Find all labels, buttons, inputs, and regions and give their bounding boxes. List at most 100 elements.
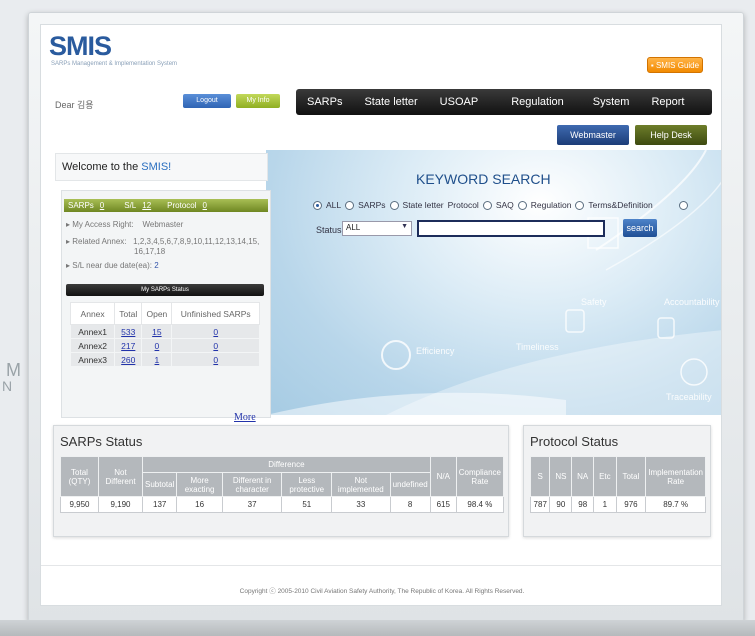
table-header-row: Total (QTY) Not Different Difference N/A… <box>60 456 505 497</box>
welcome-text: Welcome to the <box>62 161 142 173</box>
nav-sarps[interactable]: SARPs <box>296 96 353 108</box>
sarps-status-table: Total (QTY) Not Different Difference N/A… <box>60 456 505 513</box>
smis-logo[interactable]: SMIS <box>49 31 112 62</box>
total-cell: 533 <box>114 324 143 339</box>
s-cell: 787 <box>529 496 551 513</box>
unfinished-cell: 0 <box>171 324 260 339</box>
status-select[interactable]: ALL ▼ <box>342 221 412 236</box>
access-right-value: Webmaster <box>142 220 184 229</box>
radio-sarps[interactable] <box>345 200 355 210</box>
protocol-status-table: S NS NA Etc Total Implementation Rate 78… <box>529 456 706 513</box>
etc-cell: 1 <box>593 496 617 513</box>
radio-extra[interactable] <box>678 200 688 210</box>
user-greeting: Dear 김용 <box>55 100 94 110</box>
radio-state-letter[interactable] <box>389 200 399 210</box>
related-annex-value: 1,2,3,4,5,6,7,8,9,10,11,12,13,14,15, <box>133 237 260 246</box>
total-cell: 260 <box>114 352 143 367</box>
table-header-row: Annex Total Open Unfinished SARPs <box>69 302 260 325</box>
smis-page: SMIS SARPs Management & Implementation S… <box>40 24 722 606</box>
open-link[interactable]: 0 <box>155 341 160 351</box>
nav-system[interactable]: System <box>575 96 641 108</box>
col-total: Total <box>615 456 647 497</box>
table-row: 787 90 98 1 976 89.7 % <box>529 496 706 513</box>
subtotal-cell: 137 <box>141 496 178 513</box>
protocol-status-panel: Protocol Status S NS NA Etc Total Implem… <box>523 425 711 537</box>
access-right-label: ▸ My Access Right: <box>66 220 134 229</box>
related-annex-label: ▸ Related Annex: <box>66 237 127 246</box>
col-s: S <box>529 456 551 497</box>
col-unfinished: Unfinished SARPs <box>171 302 260 325</box>
background-letter-2: N <box>2 378 13 394</box>
footer-divider <box>41 565 721 566</box>
protocol-count-link[interactable]: 0 <box>203 199 207 212</box>
my-info-button[interactable]: My Info <box>236 94 280 108</box>
open-cell: 1 <box>141 352 173 367</box>
table-row: 9,950 9,190 137 16 37 51 33 8 615 98.4 % <box>60 496 505 513</box>
sl-count-link[interactable]: 12 <box>142 199 151 212</box>
hero-word-safety: Safety <box>581 297 607 307</box>
guide-label: SMIS Guide <box>655 61 700 70</box>
unfinished-cell: 0 <box>171 352 260 367</box>
total-qty-cell: 9,950 <box>60 496 99 513</box>
unfinished-link[interactable]: 0 <box>213 327 218 337</box>
col-na: NA <box>571 456 595 497</box>
col-etc: Etc <box>593 456 617 497</box>
sl-count-label: S/L <box>124 201 137 210</box>
col-na: N/A <box>429 456 457 497</box>
hero-decoration <box>266 150 721 415</box>
radio-terms-label: Terms&Definition <box>588 200 653 210</box>
related-annex-row: ▸ Related Annex: 1,2,3,4,5,6,7,8,9,10,11… <box>66 237 259 247</box>
more-link[interactable]: More <box>234 412 256 423</box>
unfinished-link[interactable]: 0 <box>213 341 218 351</box>
open-link[interactable]: 1 <box>155 355 160 365</box>
copyright: Copyright ⓒ 2005-2010 Civil Aviation Saf… <box>239 588 525 595</box>
radio-state-letter-label: State letter <box>402 200 444 210</box>
search-button[interactable]: search <box>623 219 657 237</box>
nav-regulation[interactable]: Regulation <box>489 96 575 108</box>
search-scope-radios: ALL SARPs State letter Protocol SAQ Regu… <box>313 200 688 210</box>
smis-guide-button[interactable]: ▪ SMIS Guide <box>647 57 703 73</box>
radio-sarps-label: SARPs <box>358 200 386 210</box>
radio-all-label: ALL <box>326 200 342 210</box>
sarps-count-link[interactable]: 0 <box>100 199 104 212</box>
sl-due-link[interactable]: 2 <box>154 261 158 270</box>
total-link[interactable]: 533 <box>121 327 135 337</box>
radio-terms[interactable] <box>575 200 585 210</box>
less-protective-cell: 51 <box>281 496 333 513</box>
total-link[interactable]: 260 <box>121 355 135 365</box>
nav-usoap[interactable]: USOAP <box>429 96 490 108</box>
table-row: Annex2 217 0 0 <box>69 338 260 353</box>
radio-all[interactable] <box>313 200 322 210</box>
open-link[interactable]: 15 <box>152 327 161 337</box>
logout-button[interactable]: Logout <box>183 94 231 108</box>
radio-saq-label: SAQ <box>495 200 514 210</box>
annex-cell: Annex3 <box>69 352 116 367</box>
radio-regulation[interactable] <box>517 200 527 210</box>
account-summary-bar: SARPs 0 S/L 12 Protocol 0 <box>64 199 268 212</box>
hero-word-traceability: Traceability <box>666 392 712 402</box>
welcome-brand: SMIS! <box>141 161 172 173</box>
col-total: Total <box>114 302 143 325</box>
radio-saq[interactable] <box>482 200 492 210</box>
search-input[interactable] <box>417 220 605 237</box>
open-cell: 0 <box>141 338 173 353</box>
different-character-cell: 37 <box>221 496 283 513</box>
hero-banner: Efficiency Timeliness Safety Accountabil… <box>266 150 721 415</box>
help-desk-button[interactable]: Help Desk <box>635 125 707 145</box>
implementation-rate-cell: 89.7 % <box>645 496 706 513</box>
nav-report[interactable]: Report <box>640 96 695 108</box>
total-link[interactable]: 217 <box>121 341 135 351</box>
webmaster-button[interactable]: Webmaster <box>557 125 629 145</box>
col-more-exacting: More exacting <box>176 472 223 497</box>
not-implemented-cell: 33 <box>331 496 391 513</box>
account-panel: SARPs 0 S/L 12 Protocol 0 ▸ My Access Ri… <box>61 190 271 423</box>
total-cell: 976 <box>615 496 647 513</box>
hero-word-accountability: Accountability <box>664 297 720 307</box>
compliance-rate-cell: 98.4 % <box>455 496 505 513</box>
chevron-down-icon: ▼ <box>401 223 408 230</box>
radio-protocol-label: Protocol <box>447 200 479 210</box>
sl-due-row: ▸ S/L near due date(ea): 2 <box>66 261 159 271</box>
nav-state-letter[interactable]: State letter <box>353 96 428 108</box>
unfinished-link[interactable]: 0 <box>213 355 218 365</box>
status-select-value: ALL <box>346 223 361 232</box>
